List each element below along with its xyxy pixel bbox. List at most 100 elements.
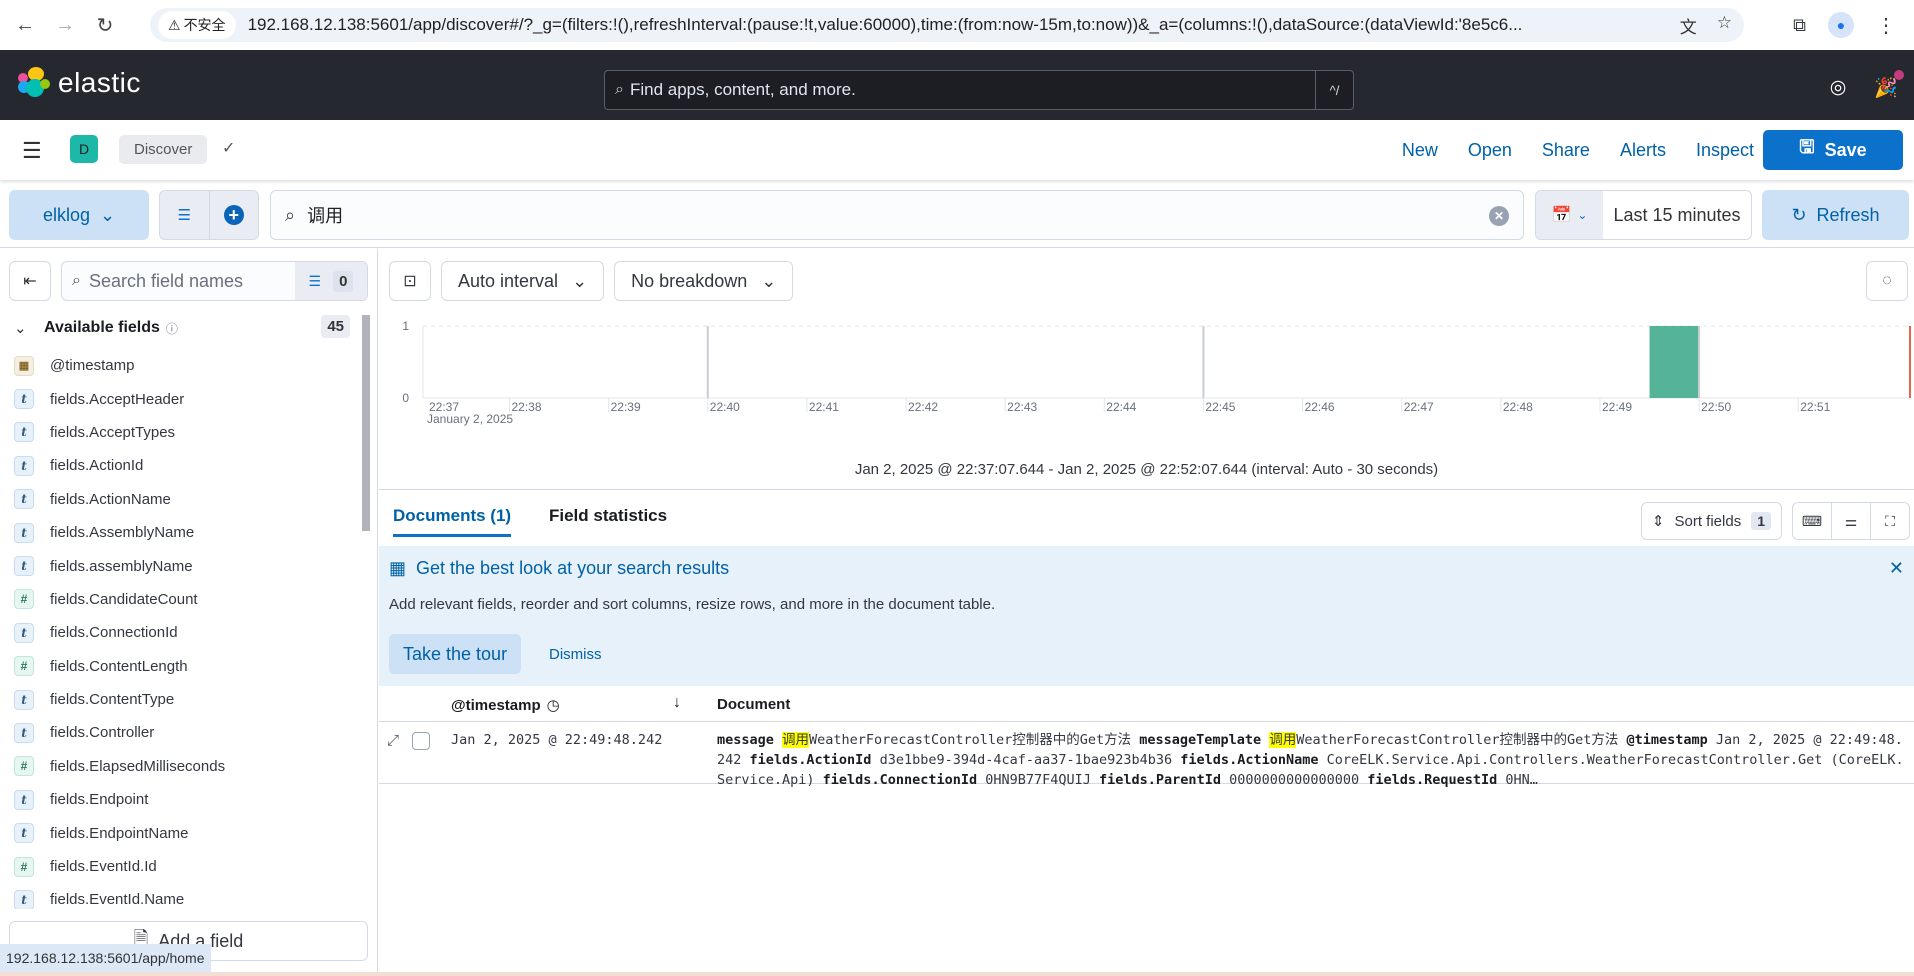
- address-bar[interactable]: ⚠ 不安全 192.168.12.138:5601/app/discover#/…: [150, 8, 1744, 42]
- field-search-input[interactable]: [88, 270, 279, 292]
- take-tour-button[interactable]: Take the tour: [389, 634, 522, 674]
- field-item[interactable]: t fields.Controller: [0, 716, 360, 749]
- chart-options-button[interactable]: ◌: [1866, 261, 1908, 301]
- security-label: 不安全: [183, 17, 226, 33]
- row-checkbox[interactable]: [412, 732, 430, 750]
- field-name: fields.ConnectionId: [50, 624, 178, 642]
- field-item[interactable]: t fields.assemblyName: [0, 549, 360, 582]
- histogram-bar: [1649, 326, 1699, 398]
- field-item[interactable]: t fields.AssemblyName: [0, 516, 360, 549]
- profile-avatar[interactable]: ●: [1828, 12, 1854, 38]
- share-link[interactable]: Share: [1542, 140, 1590, 161]
- doc-field-key: fields.ParentId: [1099, 772, 1230, 788]
- calendar-icon: 📅: [1551, 207, 1572, 224]
- global-search[interactable]: ⌕ ^/: [604, 70, 1354, 110]
- fullscreen-icon[interactable]: ⛶: [1871, 503, 1909, 539]
- elastic-header: elastic ⌕ ^/ ◎ 🎉: [0, 50, 1914, 120]
- field-item[interactable]: t fields.EventId.Name: [0, 883, 360, 909]
- help-icon[interactable]: ⓘ: [166, 320, 178, 337]
- browser-menu-icon[interactable]: ⋮: [1876, 13, 1896, 38]
- tab-documents[interactable]: Documents (1): [393, 506, 512, 537]
- query-input[interactable]: [307, 204, 1458, 226]
- space-avatar[interactable]: D: [70, 135, 98, 163]
- new-link[interactable]: New: [1402, 140, 1438, 161]
- dataview-picker[interactable]: elklog ⌄: [9, 190, 149, 240]
- number-type-icon: #: [14, 656, 34, 677]
- app-bar: ☰ D Discover ✓ New Open Share Alerts Ins…: [0, 120, 1914, 180]
- clear-query-icon[interactable]: ✕: [1489, 206, 1509, 226]
- field-item[interactable]: # fields.EventId.Id: [0, 850, 360, 883]
- filter-controls: ☰ +: [159, 190, 259, 240]
- field-name: fields.ElapsedMilliseconds: [50, 757, 226, 775]
- url-text[interactable]: 192.168.12.138:5601/app/discover#/?_g=(f…: [248, 15, 1648, 35]
- open-link[interactable]: Open: [1468, 140, 1512, 161]
- field-type-filter-button[interactable]: ☰ 0: [295, 262, 367, 300]
- field-item[interactable]: t fields.Endpoint: [0, 783, 360, 816]
- doc-field-value: 0000000000000000: [1229, 772, 1368, 788]
- column-header-document[interactable]: Document: [717, 696, 790, 713]
- breakdown-select[interactable]: No breakdown ⌄: [614, 261, 794, 301]
- elastic-logo[interactable]: elastic: [18, 67, 141, 99]
- refresh-button[interactable]: ↻ Refresh: [1762, 190, 1909, 240]
- field-item[interactable]: t fields.ActionId: [0, 449, 360, 482]
- display-settings-icon[interactable]: ⚌: [1832, 503, 1871, 539]
- keyboard-shortcuts-icon[interactable]: ⌨: [1793, 503, 1832, 539]
- sidebar-scrollbar[interactable]: [362, 315, 370, 909]
- collapse-sidebar-button[interactable]: ⇤: [9, 261, 51, 301]
- field-item[interactable]: t fields.ActionName: [0, 483, 360, 516]
- quick-menu-button[interactable]: 📅 ⌄: [1536, 191, 1603, 239]
- search-icon: ⌕: [72, 272, 81, 289]
- date-type-icon: ▦: [14, 355, 34, 376]
- security-indicator[interactable]: ⚠ 不安全: [158, 11, 236, 39]
- browser-status-url: 192.168.12.138:5601/app/home: [0, 944, 211, 972]
- sort-fields-button[interactable]: ⇕ Sort fields 1: [1640, 502, 1782, 540]
- news-feed-icon[interactable]: 🎉: [1874, 70, 1904, 100]
- scrollbar-thumb[interactable]: [362, 315, 370, 531]
- forward-icon[interactable]: →: [50, 10, 80, 40]
- histogram-chart[interactable]: 0122:37 22:38 22:39 22:40 22:41 22:42 22:43 22:…: [379, 309, 1914, 459]
- dataview-label: elklog: [42, 204, 90, 225]
- expand-row-icon[interactable]: ⤢: [387, 732, 399, 749]
- time-range-label[interactable]: Last 15 minutes: [1603, 191, 1751, 239]
- reload-icon[interactable]: ↻: [90, 10, 120, 40]
- field-item[interactable]: ▦ @timestamp: [0, 349, 360, 382]
- toggle-chart-button[interactable]: ⊡: [389, 261, 431, 301]
- string-type-icon: t: [14, 489, 34, 510]
- save-button[interactable]: 🖫 Save: [1763, 130, 1903, 170]
- field-item[interactable]: # fields.ElapsedMilliseconds: [0, 750, 360, 783]
- add-filter-button[interactable]: +: [210, 191, 259, 239]
- close-icon[interactable]: ✕: [1889, 558, 1904, 579]
- query-input-box[interactable]: ⌕ ✕: [270, 190, 1524, 240]
- field-item[interactable]: t fields.AcceptHeader: [0, 382, 360, 415]
- chart-toggle-icon: ⊡: [403, 273, 417, 290]
- x-tick-label: 22:38: [512, 400, 542, 414]
- global-search-input[interactable]: [629, 80, 1290, 100]
- dismiss-button[interactable]: Dismiss: [549, 634, 602, 674]
- inspect-link[interactable]: Inspect: [1696, 140, 1754, 161]
- interval-select[interactable]: Auto interval ⌄: [441, 261, 605, 301]
- breadcrumb-discover[interactable]: Discover: [119, 135, 208, 164]
- x-tick-label: 22:48: [1503, 400, 1533, 414]
- field-sidebar: ⇤ ⌕ ☰ 0 ⌄ Available fields ⓘ 45 ▦ @timest…: [0, 249, 378, 976]
- tab-field-statistics[interactable]: Field statistics: [549, 506, 667, 534]
- column-header-timestamp[interactable]: @timestamp ◷: [451, 696, 560, 715]
- string-type-icon: t: [14, 622, 34, 643]
- sort-descending-icon[interactable]: ↓: [673, 694, 681, 712]
- available-fields-header[interactable]: ⌄ Available fields ⓘ 45: [14, 313, 354, 343]
- back-icon[interactable]: ←: [10, 10, 40, 40]
- clock-icon: ◷: [546, 697, 560, 714]
- field-item[interactable]: t fields.EndpointName: [0, 816, 360, 849]
- extensions-icon[interactable]: ⧉: [1793, 15, 1806, 36]
- field-item[interactable]: # fields.ContentLength: [0, 650, 360, 683]
- filter-menu-icon[interactable]: ☰: [160, 191, 210, 239]
- table-header: @timestamp ◷ ↓ Document: [379, 686, 1914, 722]
- field-item[interactable]: t fields.ContentType: [0, 683, 360, 716]
- help-lifebuoy-icon[interactable]: ◎: [1830, 76, 1847, 100]
- field-item[interactable]: t fields.ConnectionId: [0, 616, 360, 649]
- field-item[interactable]: t fields.AcceptTypes: [0, 416, 360, 449]
- bookmark-star-icon[interactable]: ☆: [1717, 13, 1732, 38]
- alerts-link[interactable]: Alerts: [1620, 140, 1666, 161]
- menu-icon[interactable]: ☰: [22, 138, 42, 164]
- translate-icon[interactable]: 文: [1680, 13, 1697, 38]
- field-item[interactable]: # fields.CandidateCount: [0, 583, 360, 616]
